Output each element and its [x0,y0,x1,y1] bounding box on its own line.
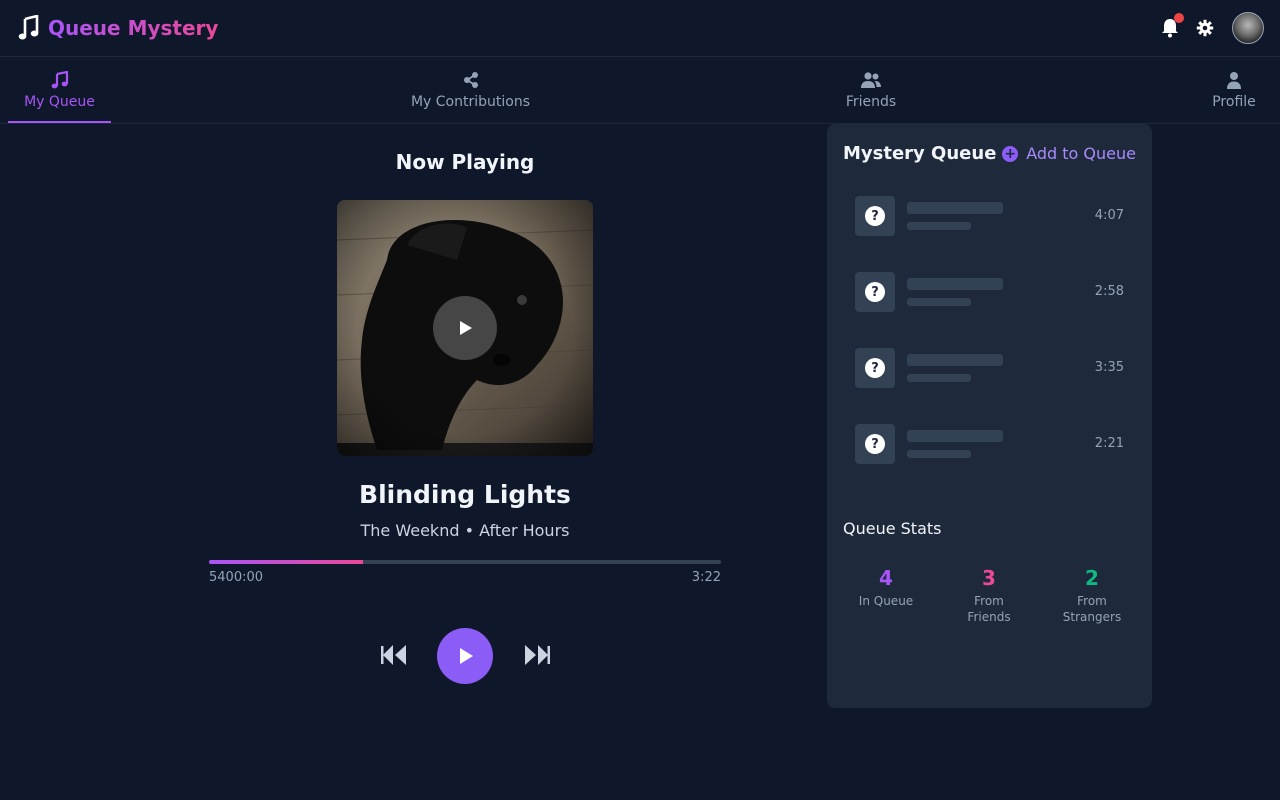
question-icon: ? [865,358,885,378]
tab-friends[interactable]: Friends [836,57,906,123]
share-icon [463,72,478,88]
hidden-title-placeholder [907,202,1003,214]
gear-icon[interactable] [1196,19,1214,37]
mystery-song-icon: ? [855,424,895,464]
app-title: Queue Mystery [48,16,219,40]
music-note-icon [18,15,39,40]
queue-item[interactable]: ? 2:58 [855,272,1125,312]
mystery-song-icon: ? [855,196,895,236]
hidden-artist-placeholder [907,298,971,306]
song-duration: 2:58 [1094,284,1124,299]
avatar[interactable] [1232,12,1264,44]
tab-profile[interactable]: Profile [1204,57,1264,123]
next-button[interactable] [523,643,551,667]
total-time: 3:22 [691,570,721,585]
hidden-title-placeholder [907,278,1003,290]
question-icon: ? [865,434,885,454]
tab-my-queue[interactable]: My Queue [8,57,111,123]
queue-panel: Mystery Queue + Add to Queue ? 4:07 ? 2:… [827,124,1152,708]
app-header: Queue Mystery [0,0,1280,57]
play-icon [460,648,473,664]
stat-from-strangers: 2 From Strangers [1042,566,1142,625]
progress-bar[interactable] [209,560,721,564]
notifications-button[interactable] [1161,13,1184,38]
plus-icon: + [1002,145,1019,162]
now-playing-heading: Now Playing [395,150,535,174]
hidden-title-placeholder [907,354,1003,366]
tab-label: Profile [1212,94,1256,110]
album-art [337,200,593,456]
previous-button[interactable] [380,643,408,667]
current-time: 5400:00 [209,570,264,585]
song-duration: 3:35 [1094,360,1124,375]
add-to-queue-label: Add to Queue [1026,144,1136,163]
tab-label: My Contributions [410,94,531,110]
app-logo[interactable]: Queue Mystery [18,15,218,41]
queue-item[interactable]: ? 4:07 [855,196,1125,236]
question-icon: ? [865,282,885,302]
song-artist-album: The Weeknd • After Hours [360,521,570,540]
stat-in-queue: 4 In Queue [836,566,936,609]
stat-label: In Queue [858,594,914,608]
queue-stats-title: Queue Stats [843,519,942,538]
song-duration: 2:21 [1094,436,1124,451]
tab-label: Friends [845,94,897,110]
stat-label: From Friends [967,594,1011,624]
stat-value: 4 [879,566,893,590]
play-icon [460,321,472,335]
art-play-button[interactable] [433,296,497,360]
mystery-song-icon: ? [855,348,895,388]
song-title: Blinding Lights [359,480,571,509]
question-icon: ? [865,206,885,226]
play-button[interactable] [437,628,493,684]
hidden-artist-placeholder [907,222,971,230]
hidden-title-placeholder [907,430,1003,442]
rewind-icon [381,645,406,665]
hidden-artist-placeholder [907,374,971,382]
tab-label: My Queue [24,94,95,110]
fast-forward-icon [525,645,550,665]
tab-my-contributions[interactable]: My Contributions [402,57,539,123]
stat-from-friends: 3 From Friends [939,566,1039,625]
header-actions [1161,12,1264,44]
song-duration: 4:07 [1094,208,1124,223]
stat-value: 2 [1085,566,1099,590]
notification-badge [1174,13,1184,23]
queue-item[interactable]: ? 2:21 [855,424,1125,464]
tab-bar: My Queue My Contributions Friends Profil… [0,57,1280,124]
stat-label: From Strangers [1062,594,1122,624]
progress-fill [209,560,363,564]
users-icon [861,72,881,88]
queue-title: Mystery Queue [843,143,997,164]
music-note-icon [51,71,68,89]
queue-item[interactable]: ? 3:35 [855,348,1125,388]
add-to-queue-button[interactable]: + Add to Queue [1002,144,1136,163]
mystery-song-icon: ? [855,272,895,312]
stat-value: 3 [982,566,996,590]
hidden-artist-placeholder [907,450,971,458]
user-icon [1227,72,1241,89]
